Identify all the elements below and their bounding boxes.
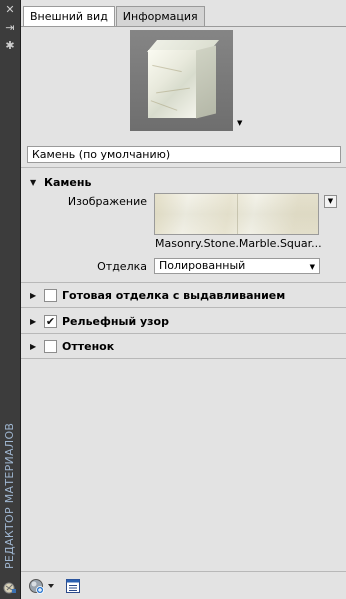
divider: [21, 307, 346, 308]
section-relief-finish-header[interactable]: ▶ Готовая отделка с выдавливанием: [30, 287, 285, 303]
section-tint-header[interactable]: ▶ Оттенок: [30, 338, 114, 354]
section-bump-pattern-header[interactable]: ▶ ✔ Рельефный узор: [30, 313, 169, 329]
finish-select-value: Полированный: [159, 259, 246, 272]
expand-triangle-icon[interactable]: ▶: [30, 291, 40, 300]
divider: [21, 358, 346, 359]
material-editor-panel: Внешний вид Информация ▼ Камень (по умол…: [21, 0, 346, 599]
divider: [21, 282, 346, 283]
expand-triangle-icon[interactable]: ▶: [30, 317, 40, 326]
section-relief-finish-title: Готовая отделка с выдавливанием: [62, 288, 286, 302]
section-stone-title: Камень: [44, 175, 92, 189]
image-filename: Masonry.Stone.Marble.Squar...: [155, 237, 322, 250]
divider: [21, 167, 346, 168]
tab-underline: [21, 26, 346, 27]
pin-icon[interactable]: ⇥: [3, 22, 17, 34]
expand-triangle-icon[interactable]: ▶: [30, 342, 40, 351]
section-tint-title: Оттенок: [62, 339, 115, 353]
relief-finish-checkbox[interactable]: [44, 288, 57, 302]
tint-checkbox[interactable]: [44, 339, 57, 353]
divider: [21, 333, 346, 334]
finish-select[interactable]: Полированный ▼: [154, 258, 320, 274]
image-thumbnail[interactable]: [154, 193, 319, 235]
create-material-button[interactable]: [28, 578, 56, 594]
side-strip: ✕ ⇥ ✱ РЕДАКТОР МАТЕРИАЛОВ: [0, 0, 21, 599]
tab-information[interactable]: Информация: [115, 6, 205, 27]
settings-icon[interactable]: ✱: [3, 40, 17, 52]
section-bump-pattern-title: Рельефный узор: [62, 314, 169, 328]
bottom-toolbar: [21, 571, 346, 599]
tab-bar: Внешний вид Информация: [23, 6, 206, 27]
material-browser-button[interactable]: [65, 578, 81, 594]
preview-options-dropdown[interactable]: ▼: [237, 119, 245, 127]
cube-side-face: [196, 45, 216, 119]
close-icon[interactable]: ✕: [3, 4, 17, 16]
material-preview[interactable]: [130, 30, 233, 131]
palette-title: РЕДАКТОР МАТЕРИАЛОВ: [3, 422, 16, 569]
material-editor-icon: [3, 582, 16, 594]
tab-appearance[interactable]: Внешний вид: [23, 6, 115, 27]
cube-front-face: [148, 50, 196, 118]
section-stone-header[interactable]: ▼ Камень: [30, 174, 91, 190]
bump-pattern-checkbox[interactable]: ✔: [44, 314, 57, 328]
material-name-field[interactable]: Камень (по умолчанию): [27, 146, 341, 163]
image-label: Изображение: [67, 195, 147, 208]
collapse-triangle-icon[interactable]: ▼: [30, 178, 40, 187]
chevron-down-icon: ▼: [309, 263, 315, 271]
finish-label: Отделка: [97, 260, 147, 273]
image-options-dropdown[interactable]: ▼: [324, 195, 337, 208]
